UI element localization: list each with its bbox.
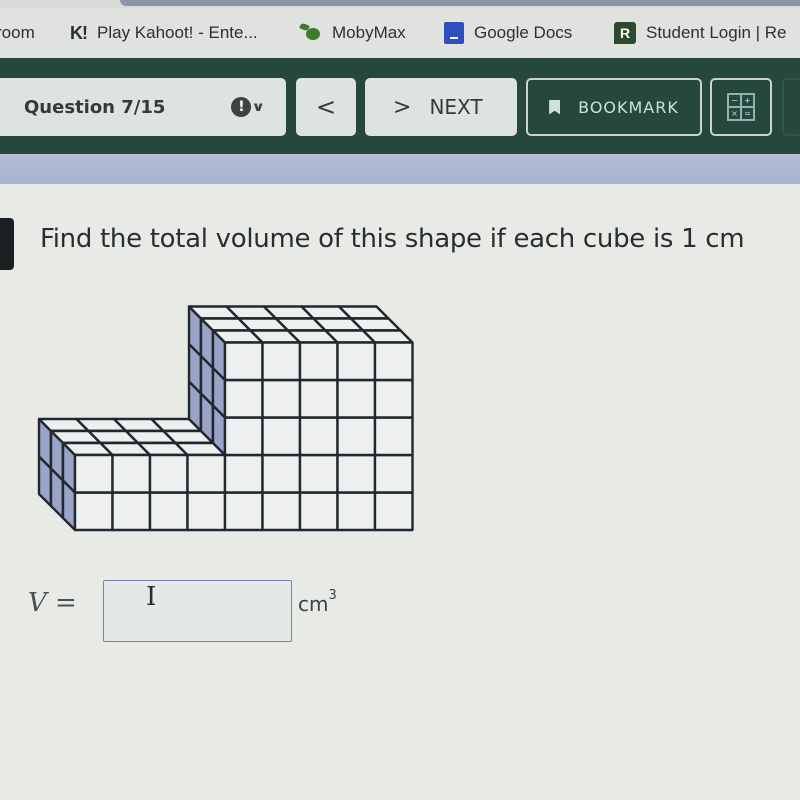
volume-answer-input[interactable] (103, 580, 292, 642)
bookmark-label: BOOKMARK (578, 97, 679, 117)
bookmark-label: Play Kahoot! - Ente... (97, 23, 258, 42)
bookmark-kahoot[interactable]: K! Play Kahoot! - Ente... (70, 23, 258, 44)
unit-cube-front-face (336, 491, 377, 532)
bookmark-google-docs[interactable]: Google Docs (444, 22, 572, 44)
unit-cube-front-face (148, 453, 189, 494)
unit-exponent: 3 (328, 588, 337, 603)
unit-cube-front-face (73, 453, 114, 494)
chevron-left-icon: < (315, 93, 337, 121)
active-tab-edge[interactable] (120, 0, 800, 6)
mobymax-icon (300, 24, 322, 42)
calc-key: = (741, 107, 754, 120)
equals-sign: = (55, 588, 77, 618)
cube-figure (37, 305, 414, 532)
question-flags: ! ∨ (231, 97, 266, 117)
unit-cube-front-face (373, 378, 414, 419)
unit-cube-front-face (373, 491, 414, 532)
next-button[interactable]: > NEXT (365, 78, 517, 136)
unit-cube-front-face (223, 341, 264, 382)
browser-tab-strip (0, 0, 800, 8)
calc-key: − (728, 94, 741, 107)
unit-cube-front-face (298, 416, 339, 457)
unit-cube-front-face (148, 491, 189, 532)
unit-cube-front-face (336, 378, 377, 419)
calc-key: × (728, 107, 741, 120)
bookmark-classroom[interactable]: room (0, 23, 35, 43)
unit-cube-front-face (111, 491, 152, 532)
unit-cube-front-face (186, 491, 227, 532)
question-panel: Find the total volume of this shape if e… (0, 184, 800, 800)
question-selector[interactable]: Question 7/15 ! ∨ (0, 78, 286, 136)
r-icon: R (614, 22, 636, 44)
unit-cube-front-face (261, 453, 302, 494)
unit-cube-front-face (373, 341, 414, 382)
previous-button[interactable]: < (296, 78, 356, 136)
unit-cube-front-face (336, 416, 377, 457)
calculator-button[interactable]: − + × = (710, 78, 772, 136)
calc-key: + (741, 94, 754, 107)
unit-cube-front-face (73, 491, 114, 532)
bookmark-label: MobyMax (332, 23, 406, 42)
unit-cube-front-face (373, 416, 414, 457)
unit-base: cm (298, 592, 329, 616)
unit-cube-front-face (223, 416, 264, 457)
volume-variable: V (28, 588, 47, 618)
bookmarks-bar: room K! Play Kahoot! - Ente... MobyMax G… (0, 8, 800, 58)
header-divider-strip (0, 154, 800, 184)
bookmark-label: Google Docs (474, 23, 573, 42)
chevron-right-icon: > (393, 94, 412, 120)
unit-cube-front-face (373, 453, 414, 494)
volume-label: V = (28, 588, 77, 618)
unit-cube-front-face (186, 453, 227, 494)
bookmark-icon (549, 99, 561, 115)
unit-cube-front-face (336, 341, 377, 382)
unit-cube-front-face (298, 341, 339, 382)
more-tools-button[interactable] (782, 78, 800, 136)
quiz-toolbar: Question 7/15 ! ∨ < > NEXT BOOKMARK − + … (0, 58, 800, 154)
unit-cube-front-face (261, 491, 302, 532)
unit-cube-front-face (223, 453, 264, 494)
unit-cube-front-face (298, 491, 339, 532)
unit-cube-front-face (223, 378, 264, 419)
unit-label: cm3 (298, 588, 337, 616)
bookmark-student-login[interactable]: R Student Login | Re (614, 22, 787, 44)
unit-cube-front-face (261, 341, 302, 382)
google-docs-icon (444, 22, 464, 44)
alert-icon: ! (231, 97, 252, 117)
unit-cube-front-face (298, 378, 339, 419)
unit-cube-front-face (298, 453, 339, 494)
question-counter: Question 7/15 (24, 96, 166, 118)
unit-cube-front-face (261, 378, 302, 419)
bookmark-button[interactable]: BOOKMARK (526, 78, 702, 136)
unit-cube-front-face (261, 416, 302, 457)
next-label: NEXT (429, 95, 483, 119)
calculator-icon: − + × = (727, 93, 755, 121)
unit-cube-front-face (223, 491, 264, 532)
unit-cube-front-face (111, 453, 152, 494)
bookmark-mobymax[interactable]: MobyMax (300, 23, 406, 43)
answer-row: V = I cm3 (0, 580, 800, 650)
chevron-down-icon: ∨ (251, 99, 266, 115)
unit-cube-front-face (336, 453, 377, 494)
bookmark-label: room (0, 23, 35, 42)
kahoot-icon: K! (70, 22, 88, 43)
bookmark-label: Student Login | Re (646, 23, 787, 42)
